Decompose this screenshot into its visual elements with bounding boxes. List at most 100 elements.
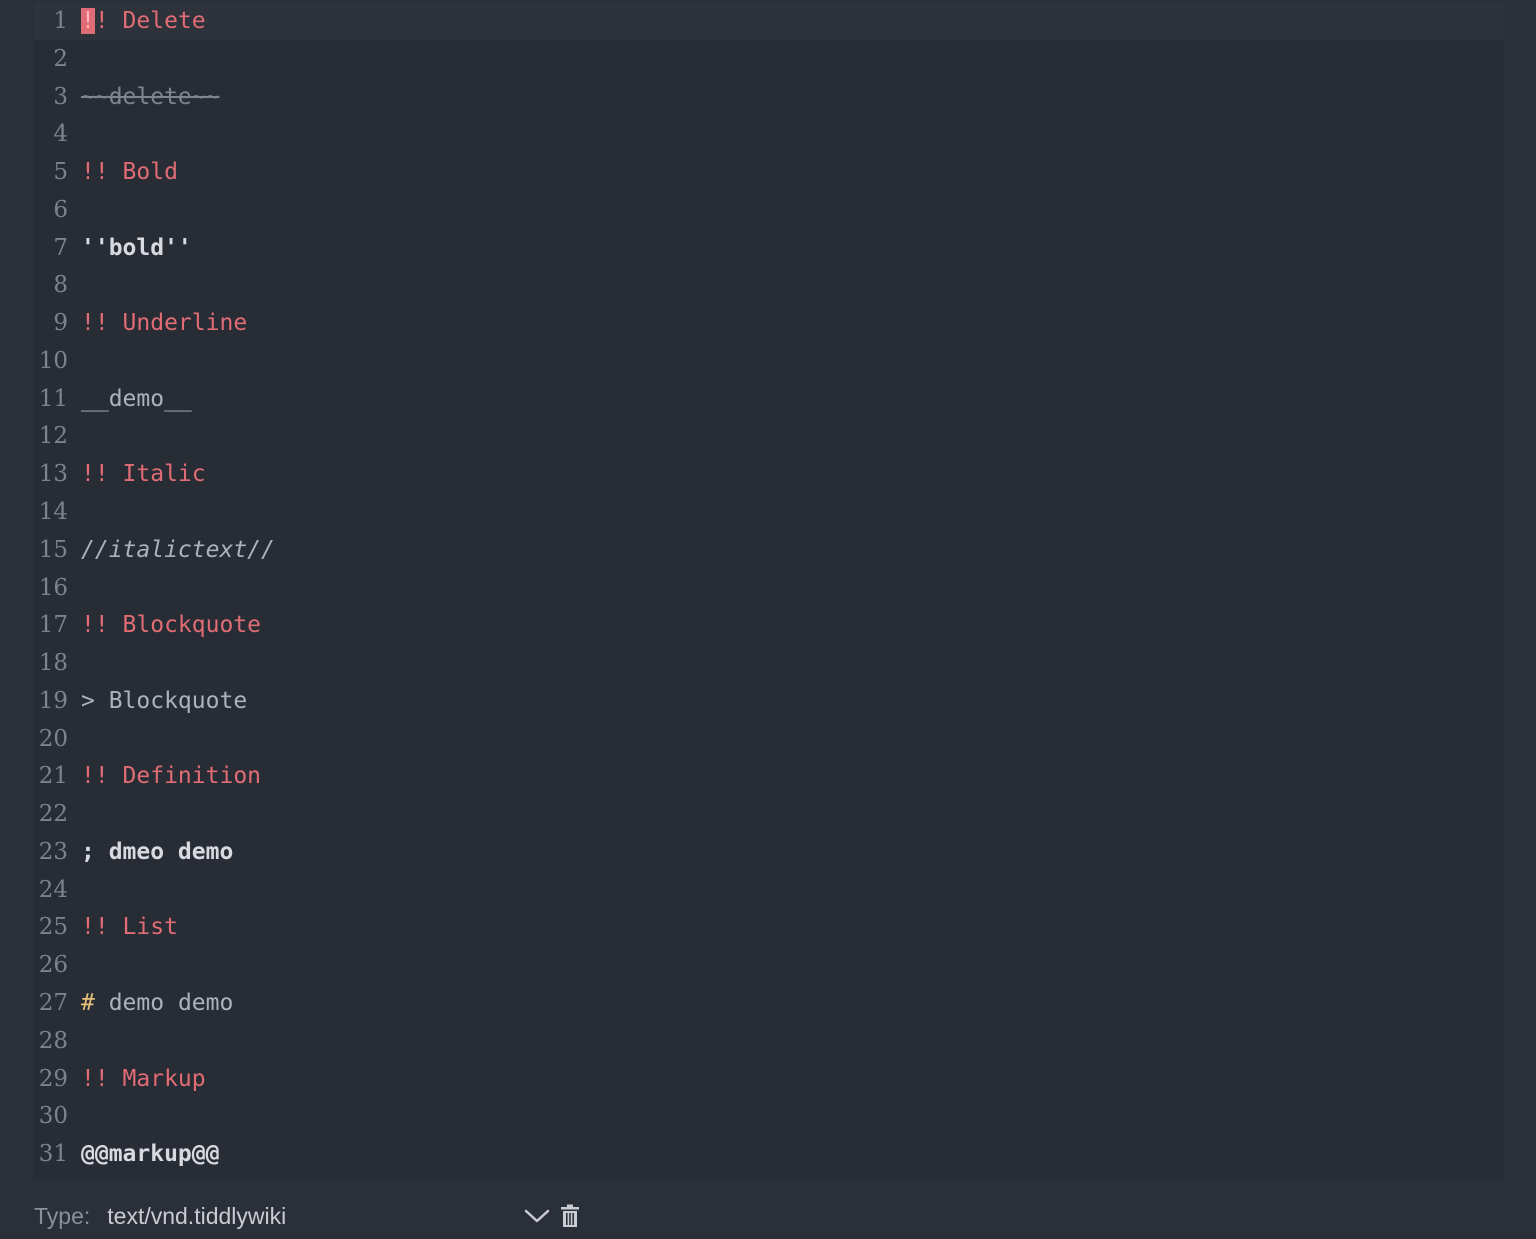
editor-line[interactable]: 22 [34, 795, 1504, 833]
editor-line[interactable]: 3 ~~delete~~ [34, 78, 1504, 116]
editor-line[interactable]: 16 [34, 569, 1504, 607]
type-label: Type: [34, 1202, 91, 1229]
line-content: !! Bold [81, 159, 178, 185]
editor-line[interactable]: 6 [34, 191, 1504, 229]
token: !! Italic [81, 461, 206, 488]
line-number: 3 [53, 83, 68, 110]
line-number: 1 [53, 8, 68, 34]
line-content: # demo demo [81, 990, 233, 1016]
editor-line[interactable]: 30 [34, 1097, 1504, 1135]
line-content: ; dmeo demo [81, 839, 233, 865]
line-content: !! Italic [81, 461, 206, 487]
editor-line[interactable]: 13 !! Italic [34, 455, 1504, 493]
editor-line[interactable]: 15 //italictext// [34, 531, 1504, 569]
line-number: 10 [38, 347, 68, 374]
code-editor[interactable]: 1!! Delete 2 3 ~~delete~~ 4 5!! Bold 6 7 ''bold'… [34, 2, 1504, 1179]
line-number: 25 [38, 914, 68, 941]
token: !! Underline [81, 310, 248, 337]
token: !! Definition [81, 763, 262, 790]
editor-line[interactable]: 19 > Blockquote [34, 682, 1504, 720]
line-number: 22 [38, 801, 68, 828]
token: !! Blockquote [81, 612, 262, 639]
editor-line[interactable]: 18 [34, 644, 1504, 682]
editor-line[interactable]: 21 !! Definition [34, 757, 1504, 795]
editor-line[interactable]: 12 [34, 417, 1504, 455]
line-number: 7 [53, 234, 68, 261]
line-number: 15 [38, 536, 68, 563]
line-number: 27 [38, 990, 68, 1017]
editor-line[interactable]: 14 [34, 493, 1504, 531]
token: !! List [81, 914, 178, 941]
editor-line[interactable]: 26 [34, 946, 1504, 984]
token: //italictext// [81, 536, 275, 563]
editor-line[interactable]: 27 # demo demo [34, 984, 1504, 1022]
line-number: 18 [38, 650, 68, 677]
line-content: !! Definition [81, 763, 261, 789]
line-number: 5 [53, 159, 68, 186]
editor-line[interactable]: 17 !! Blockquote [34, 606, 1504, 644]
line-number: 9 [53, 310, 68, 337]
editor-line[interactable]: 28 [34, 1022, 1504, 1060]
editor-line[interactable]: 24 [34, 871, 1504, 909]
token: __demo__ [81, 385, 192, 412]
line-content: !! Blockquote [81, 612, 261, 638]
editor-line[interactable]: 11 __demo__ [34, 380, 1504, 418]
line-content: //italictext// [81, 537, 275, 563]
line-number: 16 [38, 574, 68, 601]
editor-line[interactable]: 5 !! Bold [34, 153, 1504, 191]
line-content: !! List [81, 914, 178, 940]
type-value[interactable]: text/vnd.tiddlywiki [107, 1203, 507, 1230]
token: ! Delete [94, 8, 206, 34]
text-cursor: ! [81, 8, 95, 34]
token: !! Bold [81, 159, 178, 186]
line-content: !! Underline [81, 310, 247, 336]
line-number: 19 [38, 687, 68, 714]
editor-line[interactable]: 2 [34, 40, 1504, 78]
line-number: 28 [38, 1027, 68, 1054]
type-bar: Type: text/vnd.tiddlywiki [34, 1196, 581, 1236]
editor-line[interactable]: 29 !! Markup [34, 1060, 1504, 1098]
line-number: 6 [53, 196, 68, 223]
editor-line[interactable]: 7 ''bold'' [34, 229, 1504, 267]
editor-line[interactable]: 10 [34, 342, 1504, 380]
line-number: 31 [38, 1141, 68, 1168]
line-number: 4 [53, 121, 68, 148]
line-number: 29 [38, 1065, 68, 1092]
line-content: ~~delete~~ [81, 84, 219, 110]
line-number: 23 [38, 838, 68, 865]
line-number: 24 [38, 876, 68, 903]
token: ; dmeo demo [81, 838, 234, 865]
editor-line[interactable]: 9 !! Underline [34, 304, 1504, 342]
token: ~~delete~~ [81, 83, 220, 110]
editor-line[interactable]: 23 ; dmeo demo [34, 833, 1504, 871]
token: # [81, 990, 95, 1017]
line-number: 26 [38, 952, 68, 979]
line-number: 14 [38, 499, 68, 525]
line-content: @@markup@@ [81, 1141, 219, 1167]
line-number: 21 [38, 763, 68, 790]
token: demo demo [94, 990, 234, 1017]
editor-line[interactable]: 25 !! List [34, 908, 1504, 946]
token: !! Markup [81, 1065, 206, 1092]
line-content: > Blockquote [81, 688, 247, 714]
line-number: 13 [38, 461, 68, 488]
token: @@markup@@ [81, 1141, 220, 1168]
line-content: !! Delete [81, 8, 206, 34]
editor-line[interactable]: 1!! Delete [34, 2, 1504, 40]
token: ''bold'' [81, 234, 192, 261]
editor-line[interactable]: 4 [34, 115, 1504, 153]
editor-line[interactable]: 31 @@markup@@ [34, 1135, 1504, 1173]
line-number: 30 [38, 1103, 68, 1130]
trash-icon[interactable] [559, 1202, 581, 1230]
line-number: 8 [53, 272, 68, 299]
token: > Blockquote [81, 687, 248, 714]
line-number: 11 [38, 385, 68, 412]
line-content: !! Markup [81, 1066, 206, 1092]
chevron-down-icon[interactable] [523, 1202, 551, 1230]
line-content: ''bold'' [81, 235, 192, 261]
line-number: 12 [38, 423, 68, 450]
line-number: 20 [38, 725, 68, 752]
line-number: 2 [53, 45, 68, 72]
editor-line[interactable]: 8 [34, 266, 1504, 304]
editor-line[interactable]: 20 [34, 720, 1504, 758]
